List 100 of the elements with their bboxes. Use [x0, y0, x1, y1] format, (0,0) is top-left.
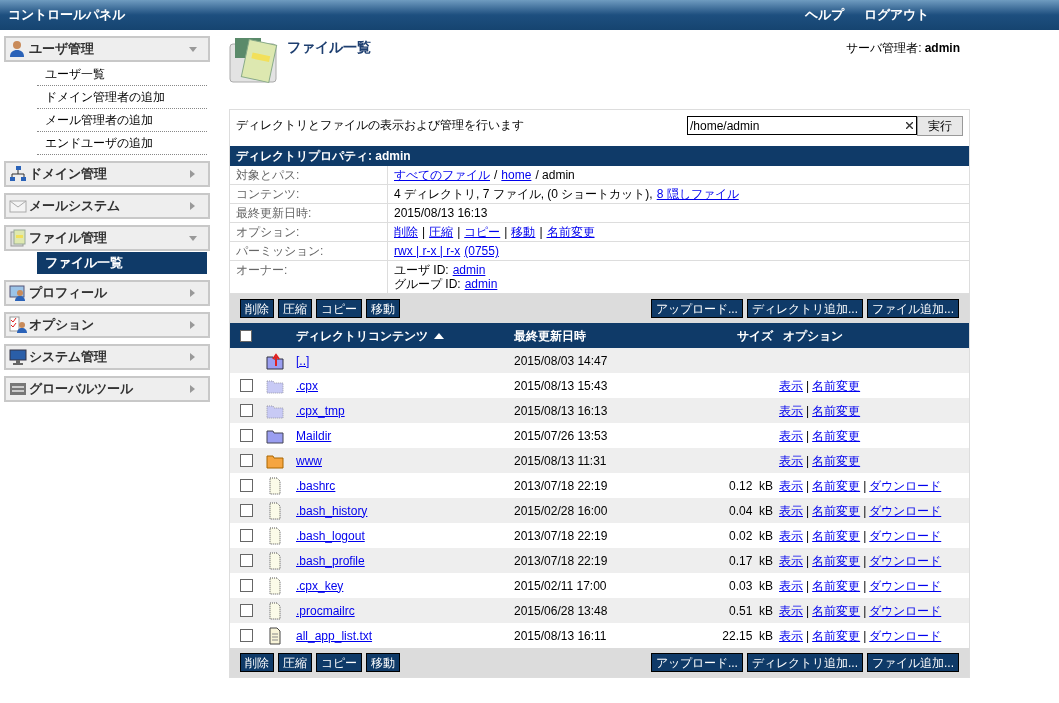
option-link[interactable]: 名前変更 [812, 476, 861, 495]
option-link[interactable]: 名前変更 [812, 601, 861, 620]
property-link[interactable]: コピー [464, 225, 501, 239]
option-link[interactable]: ダウンロード [869, 601, 942, 620]
property-link[interactable]: (0755) [464, 244, 499, 258]
file-link[interactable]: Maildir [296, 428, 332, 443]
sidebar-section[interactable]: オプション [4, 312, 210, 338]
sidebar-section[interactable]: プロフィール [4, 280, 210, 306]
option-link[interactable]: ダウンロード [869, 626, 942, 645]
property-link[interactable]: 移動 [511, 225, 536, 239]
column-header[interactable]: オプション [783, 326, 843, 345]
option-link[interactable]: 表示 [779, 551, 803, 570]
option-link[interactable]: 名前変更 [812, 576, 861, 595]
row-checkbox[interactable] [240, 529, 253, 542]
sidebar-section[interactable]: メールシステム [4, 193, 210, 219]
file-link[interactable]: .bash_logout [296, 528, 365, 543]
column-header[interactable]: サイズ [737, 326, 773, 345]
option-link[interactable]: 名前変更 [812, 401, 861, 420]
property-link[interactable]: 8 隠しファイル [656, 187, 739, 201]
row-checkbox[interactable] [240, 579, 253, 592]
file-link[interactable]: www [296, 453, 322, 468]
row-checkbox[interactable] [240, 379, 253, 392]
row-checkbox[interactable] [240, 504, 253, 517]
file-link[interactable]: all_app_list.txt [296, 628, 373, 643]
sidebar-item[interactable]: エンドユーザの追加 [37, 132, 207, 155]
option-link[interactable]: 表示 [779, 376, 803, 395]
sidebar-section[interactable]: グローバルツール [4, 376, 210, 402]
option-link[interactable]: 名前変更 [812, 551, 861, 570]
path-field[interactable]: /home/admin [687, 116, 917, 135]
file-link[interactable]: [..] [296, 353, 310, 368]
row-checkbox[interactable] [240, 479, 253, 492]
file-link[interactable]: .bash_history [296, 503, 368, 518]
sidebar-section[interactable]: ユーザ管理 [4, 36, 210, 62]
sidebar-item[interactable]: ユーザ一覧 [37, 63, 207, 86]
option-link[interactable]: 表示 [779, 576, 803, 595]
property-link[interactable]: rwx | r-x | r-x [394, 244, 461, 258]
clear-icon[interactable] [906, 122, 913, 129]
option-link[interactable]: 表示 [779, 451, 803, 470]
property-link[interactable]: home [501, 168, 532, 182]
option-link[interactable]: ダウンロード [869, 501, 942, 520]
sidebar-item[interactable]: メール管理者の追加 [37, 109, 207, 132]
toolbar-button[interactable]: 移動 [366, 653, 400, 672]
file-link[interactable]: .bash_profile [296, 553, 365, 568]
option-link[interactable]: 表示 [779, 401, 803, 420]
option-link[interactable]: ダウンロード [869, 526, 942, 545]
option-link[interactable]: ダウンロード [869, 476, 942, 495]
file-link[interactable]: .cpx [296, 378, 318, 393]
option-link[interactable]: ダウンロード [869, 576, 942, 595]
toolbar-button[interactable]: アップロード... [650, 299, 743, 318]
option-link[interactable]: 表示 [779, 426, 803, 445]
sort-up-icon[interactable] [434, 332, 444, 339]
option-link[interactable]: ダウンロード [869, 551, 942, 570]
row-checkbox[interactable] [240, 454, 253, 467]
toolbar-button[interactable]: ディレクトリ追加... [746, 653, 863, 672]
option-link[interactable]: 名前変更 [812, 501, 861, 520]
sidebar-item[interactable]: ドメイン管理者の追加 [37, 86, 207, 109]
file-link[interactable]: .bashrc [296, 478, 336, 493]
sidebar-item[interactable]: ファイル一覧 [37, 252, 207, 274]
file-link[interactable]: .procmailrc [296, 603, 355, 618]
option-link[interactable]: 名前変更 [812, 626, 861, 645]
option-link[interactable]: 表示 [779, 476, 803, 495]
property-link[interactable]: すべてのファイル [394, 168, 490, 182]
property-link[interactable]: admin [452, 263, 486, 277]
property-link[interactable]: 名前変更 [546, 225, 595, 239]
toolbar-button[interactable]: コピー [316, 653, 362, 672]
option-link[interactable]: 表示 [779, 601, 803, 620]
option-link[interactable]: 表示 [779, 626, 803, 645]
column-header[interactable]: ディレクトリコンテンツ [296, 326, 428, 345]
toolbar-button[interactable]: 圧縮 [278, 299, 312, 318]
go-button[interactable]: 実行 [917, 116, 963, 136]
file-link[interactable]: .cpx_key [296, 578, 344, 593]
row-checkbox[interactable] [240, 429, 253, 442]
toolbar-button[interactable]: アップロード... [650, 653, 743, 672]
toolbar-button[interactable]: 削除 [240, 653, 274, 672]
select-all-checkbox[interactable] [240, 329, 252, 342]
property-link[interactable]: 圧縮 [429, 225, 454, 239]
row-checkbox[interactable] [240, 629, 253, 642]
toolbar-button[interactable]: コピー [316, 299, 362, 318]
file-link[interactable]: .cpx_tmp [296, 403, 345, 418]
column-header[interactable]: 最終更新日時 [514, 326, 586, 345]
toolbar-button[interactable]: 削除 [240, 299, 274, 318]
option-link[interactable]: 名前変更 [812, 526, 861, 545]
toolbar-button[interactable]: 圧縮 [278, 653, 312, 672]
row-checkbox[interactable] [240, 554, 253, 567]
row-checkbox[interactable] [240, 404, 253, 417]
header-link[interactable]: ログアウト [864, 5, 929, 25]
row-checkbox[interactable] [240, 604, 253, 617]
property-link[interactable]: 削除 [394, 225, 418, 239]
property-link[interactable]: admin [464, 277, 498, 291]
header-link[interactable]: ヘルプ [805, 5, 844, 25]
option-link[interactable]: 名前変更 [812, 451, 861, 470]
option-link[interactable]: 表示 [779, 526, 803, 545]
toolbar-button[interactable]: 移動 [366, 299, 400, 318]
option-link[interactable]: 名前変更 [812, 376, 861, 395]
toolbar-button[interactable]: ファイル追加... [867, 299, 959, 318]
option-link[interactable]: 名前変更 [812, 426, 861, 445]
toolbar-button[interactable]: ディレクトリ追加... [746, 299, 863, 318]
toolbar-button[interactable]: ファイル追加... [867, 653, 959, 672]
sidebar-section[interactable]: ファイル管理 [4, 225, 210, 251]
option-link[interactable]: 表示 [779, 501, 803, 520]
